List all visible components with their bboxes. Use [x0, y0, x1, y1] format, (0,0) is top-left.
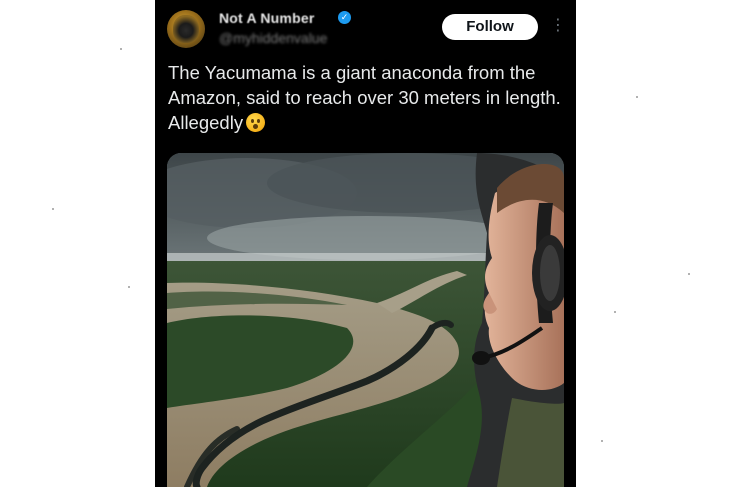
- background-speck: [128, 286, 130, 288]
- lion-avatar-icon[interactable]: [167, 10, 205, 48]
- tweet-text-body: The Yacumama is a giant anaconda from th…: [168, 62, 561, 133]
- follow-button[interactable]: Follow: [442, 14, 538, 40]
- more-dots-icon[interactable]: ⋮: [550, 13, 566, 39]
- background-speck: [614, 311, 616, 313]
- photo-image: [167, 153, 564, 487]
- background-speck: [120, 48, 122, 50]
- author-display-name[interactable]: Not A Number: [219, 10, 314, 26]
- tweet-text: The Yacumama is a giant anaconda from th…: [168, 60, 568, 135]
- author-handle[interactable]: @myhiddenvalue: [219, 30, 327, 46]
- background-speck: [636, 96, 638, 98]
- astonished-face-icon: [246, 113, 266, 132]
- background-speck: [601, 440, 603, 442]
- background-speck: [52, 208, 54, 210]
- verified-badge-icon: ✓: [338, 11, 351, 24]
- tweet-card: Not A Number ✓ @myhiddenvalue Follow ⋮ T…: [155, 0, 576, 487]
- background-speck: [688, 273, 690, 275]
- tweet-photo[interactable]: [167, 153, 564, 487]
